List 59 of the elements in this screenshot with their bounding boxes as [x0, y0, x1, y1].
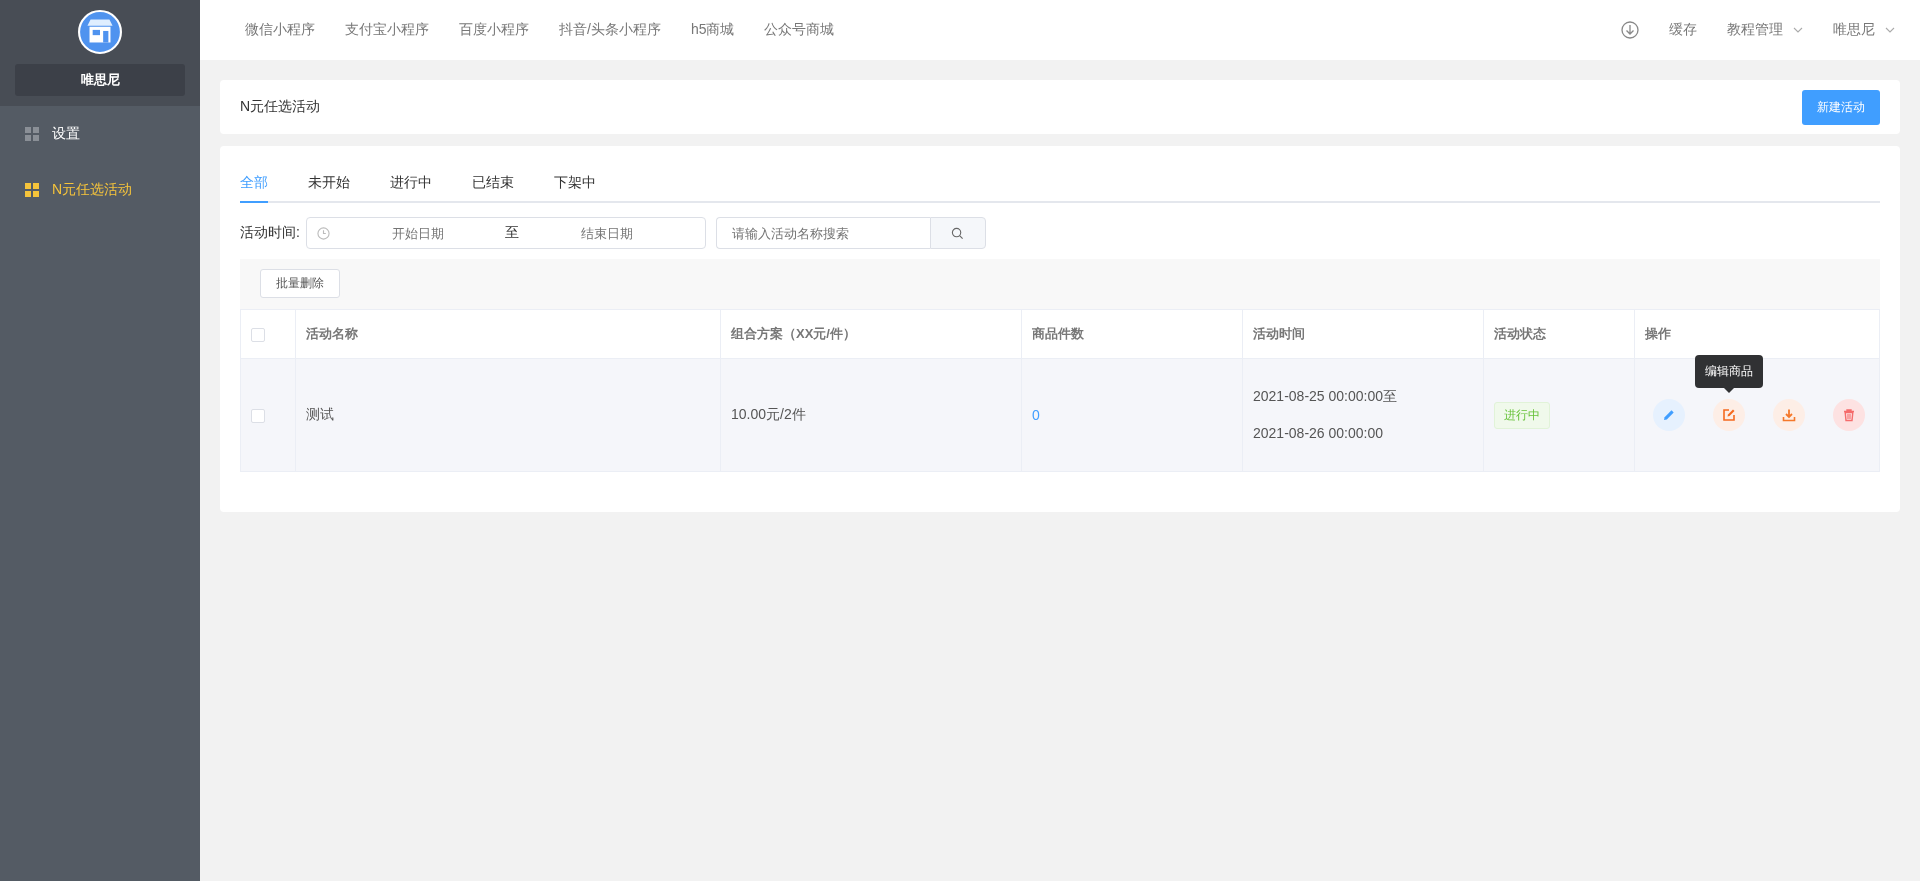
dropdown-menu[interactable]: 唯思尼 [1833, 21, 1895, 39]
search-button[interactable] [929, 217, 986, 249]
checkbox[interactable] [251, 327, 265, 342]
column-header: 操作 [1645, 326, 1671, 341]
pencil-icon [1662, 408, 1676, 422]
sidebar-item[interactable]: 设置 [0, 106, 200, 162]
date-range-picker[interactable]: 开始日期 至 结束日期 [305, 217, 706, 249]
goods-count-link[interactable]: 0 [1032, 407, 1040, 423]
table-cell: 测试 [306, 406, 334, 422]
top-nav-link[interactable]: 抖音/头条小程序 [559, 21, 661, 39]
trash-icon [1842, 408, 1856, 422]
search-icon [951, 226, 965, 240]
action-button[interactable] [1713, 399, 1745, 431]
cache-link[interactable]: 缓存 [1669, 21, 1697, 39]
tooltip-arrow-icon [1724, 388, 1734, 393]
action-button[interactable] [1653, 399, 1685, 431]
status-tag: 进行中 [1494, 401, 1550, 429]
tab[interactable]: 已结束 [472, 166, 514, 203]
page-title: N元任选活动 [240, 98, 321, 116]
column-header: 活动时间 [1253, 326, 1305, 341]
action-button[interactable] [1773, 399, 1805, 431]
sidebar-item[interactable]: N元任选活动 [0, 162, 200, 218]
store-logo-icon [78, 10, 122, 54]
grid-icon [25, 127, 39, 141]
chevron-down-icon [1793, 27, 1803, 33]
column-header: 商品件数 [1032, 326, 1084, 341]
top-nav-link[interactable]: 微信小程序 [245, 21, 315, 39]
search-field[interactable]: 请输入活动名称搜索 [715, 217, 930, 249]
tab[interactable]: 进行中 [390, 166, 432, 203]
start-date-field[interactable]: 开始日期 [329, 224, 506, 242]
top-nav-link[interactable]: 百度小程序 [459, 21, 529, 39]
range-separator: 至 [505, 224, 520, 242]
column-header: 活动名称 [306, 326, 358, 341]
column-header: 组合方案（XX元/件） [731, 326, 856, 341]
table-cell: 10.00元/2件 [731, 406, 806, 422]
filter-label: 活动时间: [240, 224, 300, 242]
tab[interactable]: 未开始 [308, 166, 350, 203]
top-nav-link[interactable]: 公众号商城 [764, 21, 835, 39]
chevron-down-icon [1885, 27, 1895, 33]
tab[interactable]: 下架中 [554, 166, 596, 203]
action-button[interactable] [1833, 399, 1865, 431]
download-circle-icon[interactable] [1621, 21, 1639, 39]
column-header: 活动状态 [1494, 326, 1546, 341]
grid-icon [25, 183, 39, 197]
new-activity-button[interactable]: 新建活动 [1802, 89, 1880, 125]
top-nav-link[interactable]: 支付宝小程序 [345, 21, 429, 39]
tab[interactable]: 全部 [240, 166, 268, 203]
shop-name: 唯思尼 [15, 64, 185, 96]
table-cell-text: 2021-08-25 00:00:00至 [1253, 387, 1398, 406]
download-icon [1782, 408, 1796, 422]
dropdown-menu[interactable]: 教程管理 [1727, 21, 1803, 39]
table-cell-text: 2021-08-26 00:00:00 [1253, 424, 1384, 443]
batch-delete-button[interactable]: 批量删除 [260, 269, 340, 298]
clock-icon [316, 226, 330, 240]
tooltip: 编辑商品 [1695, 355, 1763, 393]
end-date-field[interactable]: 结束日期 [519, 224, 695, 242]
edit-square-icon [1722, 408, 1736, 422]
top-nav-link[interactable]: h5商城 [690, 21, 735, 39]
checkbox[interactable] [251, 409, 265, 424]
